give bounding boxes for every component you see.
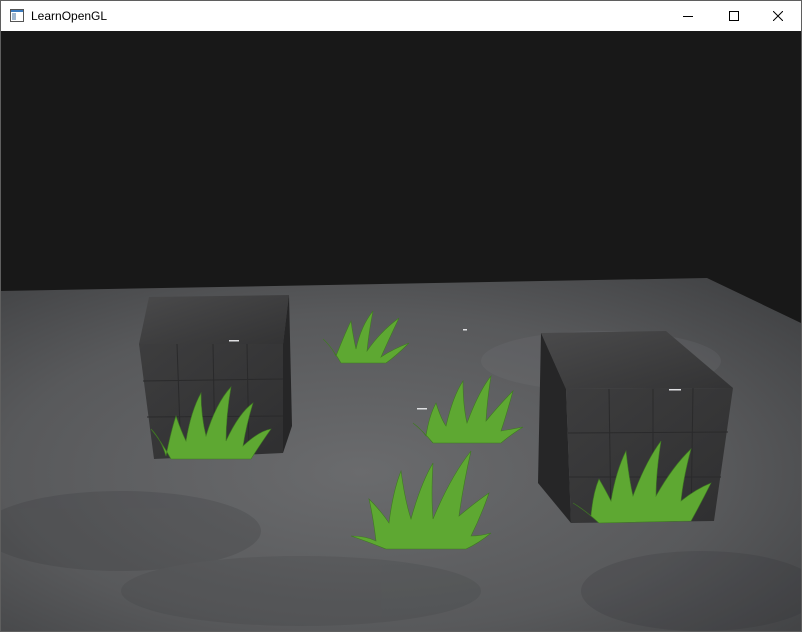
minimize-icon [683, 16, 693, 17]
minimize-button[interactable] [665, 1, 711, 31]
render-scene [1, 278, 801, 631]
opengl-viewport[interactable] [1, 31, 801, 631]
window-title: LearnOpenGL [31, 9, 108, 23]
maximize-button[interactable] [711, 1, 757, 31]
app-window: LearnOpenGL [0, 0, 802, 632]
title-bar[interactable]: LearnOpenGL [1, 1, 801, 31]
close-icon [773, 11, 783, 21]
close-button[interactable] [755, 1, 801, 31]
maximize-icon [729, 11, 739, 21]
app-window-icon [10, 9, 24, 22]
